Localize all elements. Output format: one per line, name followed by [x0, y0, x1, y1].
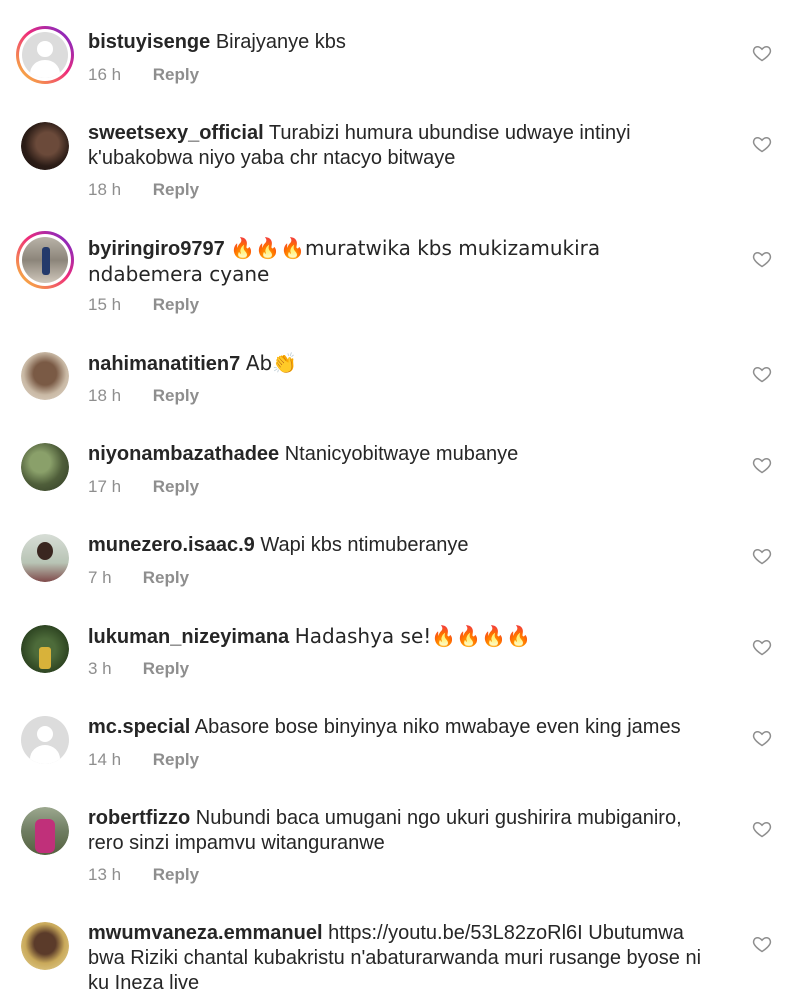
comment-username[interactable]: mwumvaneza.emmanuel: [88, 922, 323, 944]
default-avatar-icon[interactable]: [21, 716, 69, 764]
avatar[interactable]: [21, 807, 69, 855]
reply-button[interactable]: Reply: [153, 180, 199, 199]
reply-button[interactable]: Reply: [153, 750, 199, 769]
avatar[interactable]: [21, 534, 69, 582]
avatar[interactable]: [21, 922, 69, 970]
comment-username[interactable]: sweetsexy_official: [88, 122, 264, 144]
heart-outline-icon[interactable]: [752, 134, 772, 154]
comment-username[interactable]: bistuyisenge: [88, 31, 210, 53]
comment-username[interactable]: niyonambazathadee: [88, 443, 279, 465]
heart-outline-icon[interactable]: [752, 728, 772, 748]
comment-text: Wapi kbs ntimuberanye: [260, 534, 469, 556]
comment-text: Ab👏: [245, 351, 298, 375]
comment-time: 18 h: [88, 180, 122, 199]
heart-outline-icon[interactable]: [752, 43, 772, 63]
comment-time: 7 h: [88, 568, 112, 587]
comment-time: 18 h: [88, 386, 122, 405]
reply-button[interactable]: Reply: [153, 295, 199, 314]
comment-time: 15 h: [88, 295, 122, 314]
reply-button[interactable]: Reply: [153, 65, 199, 84]
avatar[interactable]: [16, 231, 74, 289]
heart-outline-icon[interactable]: [752, 934, 772, 954]
avatar[interactable]: [16, 26, 74, 84]
comment-time: 14 h: [88, 750, 122, 769]
avatar[interactable]: [21, 352, 69, 400]
reply-button[interactable]: Reply: [153, 386, 199, 405]
avatar[interactable]: [21, 625, 69, 673]
comment-text: Hadashya se!🔥🔥🔥🔥: [294, 624, 531, 648]
reply-button[interactable]: Reply: [143, 659, 189, 678]
comment-username[interactable]: nahimanatitien7: [88, 353, 240, 375]
avatar[interactable]: [21, 122, 69, 170]
comment-username[interactable]: lukuman_nizeyimana: [88, 626, 289, 648]
avatar[interactable]: [21, 443, 69, 491]
comment-username[interactable]: munezero.isaac.9: [88, 534, 255, 556]
default-avatar-icon: [22, 32, 68, 78]
reply-button[interactable]: Reply: [153, 865, 199, 884]
heart-outline-icon[interactable]: [752, 249, 772, 269]
reply-button[interactable]: Reply: [153, 477, 199, 496]
heart-outline-icon[interactable]: [752, 637, 772, 657]
comment-username[interactable]: byiringiro9797: [88, 238, 225, 260]
comment-text: Abasore bose binyinya niko mwabaye even …: [194, 716, 681, 738]
comment-username[interactable]: robertfizzo: [88, 807, 190, 829]
heart-outline-icon[interactable]: [752, 364, 772, 384]
comment-time: 16 h: [88, 65, 122, 84]
reply-button[interactable]: Reply: [143, 568, 189, 587]
comment-username[interactable]: mc.special: [88, 716, 190, 738]
comment-time: 3 h: [88, 659, 112, 678]
comment-time: 17 h: [88, 477, 122, 496]
comment-text: Birajyanye kbs: [215, 31, 346, 53]
heart-outline-icon[interactable]: [752, 455, 772, 475]
comment-text: Ntanicyobitwaye mubanye: [284, 443, 519, 465]
comment-time: 13 h: [88, 865, 122, 884]
heart-outline-icon[interactable]: [752, 819, 772, 839]
heart-outline-icon[interactable]: [752, 546, 772, 566]
